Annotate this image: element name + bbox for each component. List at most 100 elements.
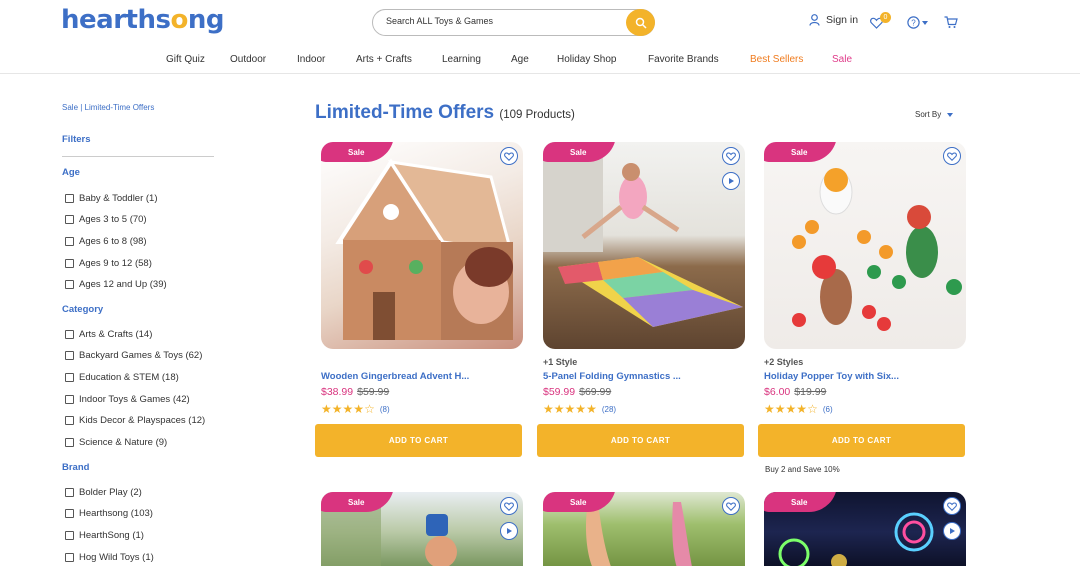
- filter-option[interactable]: HearthSong (1): [65, 530, 144, 541]
- product-image[interactable]: Sale: [543, 492, 745, 566]
- play-icon: [507, 528, 512, 534]
- product-image[interactable]: Sale: [321, 492, 523, 566]
- filter-option[interactable]: Education & STEM (18): [65, 372, 179, 383]
- filter-option[interactable]: Indoor Toys & Games (42): [65, 394, 190, 405]
- review-count[interactable]: (8): [380, 405, 390, 414]
- nav-outdoor[interactable]: Outdoor: [230, 54, 266, 65]
- nav-favorite-brands[interactable]: Favorite Brands: [648, 54, 719, 65]
- cart-button[interactable]: [944, 16, 958, 34]
- wishlist-button[interactable]: [943, 147, 961, 165]
- checkbox[interactable]: [65, 416, 74, 425]
- filter-option[interactable]: Ages 12 and Up (39): [65, 279, 167, 290]
- filter-option-label: Hearthsong (103): [79, 508, 153, 519]
- filter-option[interactable]: Ages 9 to 12 (58): [65, 258, 152, 269]
- breadcrumb[interactable]: Sale | Limited-Time Offers: [62, 103, 154, 112]
- checkbox[interactable]: [65, 373, 74, 382]
- promo-text: Buy 2 and Save 10%: [765, 465, 840, 474]
- svg-text:?: ?: [911, 19, 916, 28]
- style-count: +1 Style: [543, 357, 578, 367]
- nav-best-sellers[interactable]: Best Sellers: [750, 54, 803, 65]
- wishlist-button[interactable]: [722, 497, 740, 515]
- checkbox[interactable]: [65, 194, 74, 203]
- checkbox[interactable]: [65, 395, 74, 404]
- original-price: $59.99: [357, 386, 390, 398]
- sign-in-link[interactable]: Sign in: [809, 14, 858, 26]
- filter-option[interactable]: Backyard Games & Toys (62): [65, 350, 202, 361]
- style-count: +2 Styles: [764, 357, 804, 367]
- help-menu[interactable]: ?: [907, 16, 928, 29]
- filter-option[interactable]: Hog Wild Toys (1): [65, 552, 154, 563]
- product-rating[interactable]: ★ ★ ★ ★ ☆ (6): [764, 403, 833, 415]
- add-to-cart-button[interactable]: ADD TO CART: [537, 424, 744, 457]
- original-price: $19.99: [794, 386, 827, 398]
- page-title: Limited-Time Offers (109 Products): [315, 102, 575, 124]
- checkbox[interactable]: [65, 259, 74, 268]
- search-input[interactable]: [386, 16, 616, 26]
- search-button[interactable]: [626, 9, 655, 36]
- nav-gift-quiz[interactable]: Gift Quiz: [166, 54, 205, 65]
- checkbox[interactable]: [65, 280, 74, 289]
- checkbox[interactable]: [65, 488, 74, 497]
- wishlist-button[interactable]: [943, 497, 961, 515]
- filter-section-brand[interactable]: Brand: [62, 462, 89, 473]
- search-icon: [635, 17, 647, 29]
- product-name[interactable]: 5-Panel Folding Gymnastics ...: [543, 371, 681, 382]
- video-play-button[interactable]: [722, 172, 740, 190]
- filter-option[interactable]: Hearthsong (103): [65, 508, 153, 519]
- filter-option[interactable]: Arts & Crafts (14): [65, 329, 152, 340]
- filter-section-category[interactable]: Category: [62, 304, 103, 315]
- product-name[interactable]: Holiday Popper Toy with Six...: [764, 371, 899, 382]
- nav-learning[interactable]: Learning: [442, 54, 481, 65]
- filter-option[interactable]: Kids Decor & Playspaces (12): [65, 415, 205, 426]
- nav-holiday-shop[interactable]: Holiday Shop: [557, 54, 616, 65]
- video-play-button[interactable]: [500, 522, 518, 540]
- review-count[interactable]: (28): [602, 405, 616, 414]
- product-rating[interactable]: ★ ★ ★ ★ ☆ (8): [321, 403, 390, 415]
- chevron-down-icon: [947, 112, 954, 117]
- product-image[interactable]: Sale: [764, 492, 966, 566]
- product-image[interactable]: Sale: [764, 142, 966, 349]
- wishlist-button[interactable]: [722, 147, 740, 165]
- product-rating[interactable]: ★ ★ ★ ★ ★ (28): [543, 403, 616, 415]
- original-price: $69.99: [579, 386, 612, 398]
- checkbox[interactable]: [65, 438, 74, 447]
- sort-by-dropdown[interactable]: Sort By: [915, 110, 954, 119]
- video-play-button[interactable]: [943, 522, 961, 540]
- nav-age[interactable]: Age: [511, 54, 529, 65]
- checkbox[interactable]: [65, 351, 74, 360]
- checkbox[interactable]: [65, 330, 74, 339]
- star-full-icon: ★: [543, 402, 554, 416]
- filter-option[interactable]: Baby & Toddler (1): [65, 193, 158, 204]
- page-title-text: Limited-Time Offers: [315, 102, 495, 123]
- hearthsong-logo[interactable]: hearthsong: [61, 5, 224, 35]
- filter-option[interactable]: Science & Nature (9): [65, 437, 167, 448]
- checkbox[interactable]: [65, 553, 74, 562]
- heart-icon: [504, 151, 514, 161]
- product-image[interactable]: Sale: [543, 142, 745, 349]
- checkbox[interactable]: [65, 215, 74, 224]
- nav-indoor[interactable]: Indoor: [297, 54, 325, 65]
- filter-option[interactable]: Ages 6 to 8 (98): [65, 236, 147, 247]
- product-name[interactable]: Wooden Gingerbread Advent H...: [321, 371, 469, 382]
- checkbox[interactable]: [65, 509, 74, 518]
- filter-option[interactable]: Bolder Play (2): [65, 487, 142, 498]
- play-icon: [950, 528, 955, 534]
- add-to-cart-button[interactable]: ADD TO CART: [315, 424, 522, 457]
- wishlist-button[interactable]: [500, 497, 518, 515]
- filter-option-label: Education & STEM (18): [79, 372, 179, 383]
- checkbox[interactable]: [65, 237, 74, 246]
- wishlist-button[interactable]: [500, 147, 518, 165]
- add-to-cart-button[interactable]: ADD TO CART: [758, 424, 965, 457]
- filter-section-age[interactable]: Age: [62, 167, 80, 178]
- site-header: hearthsong Sign in 0 ?: [0, 0, 1080, 74]
- review-count[interactable]: (6): [823, 405, 833, 414]
- filter-option[interactable]: Ages 3 to 5 (70): [65, 214, 147, 225]
- nav-sale[interactable]: Sale: [832, 54, 852, 65]
- product-price: $6.00 $19.99: [764, 386, 826, 398]
- gingerbread-house-illustration: [335, 158, 514, 340]
- product-image[interactable]: Sale: [321, 142, 523, 349]
- star-full-icon: ★: [564, 402, 576, 416]
- nav-arts-crafts[interactable]: Arts + Crafts: [356, 54, 412, 65]
- filters-divider: [62, 156, 214, 157]
- checkbox[interactable]: [65, 531, 74, 540]
